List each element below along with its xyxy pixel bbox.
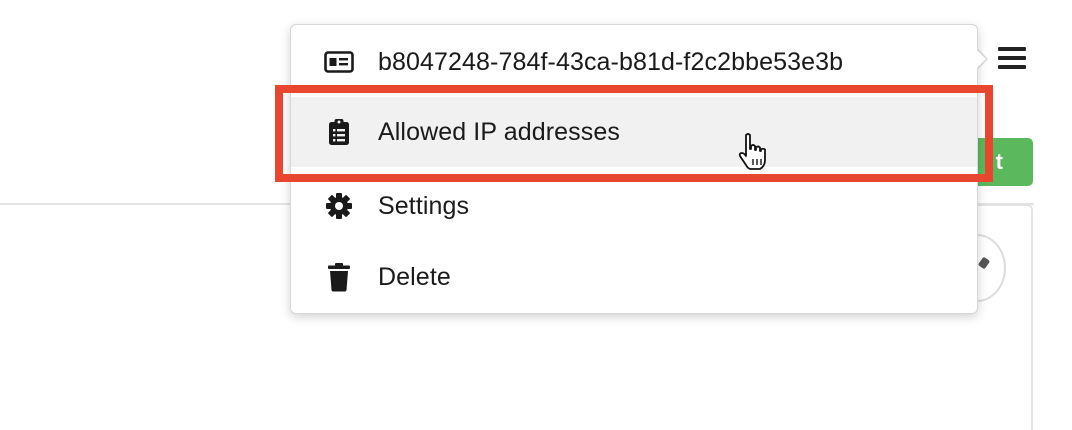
clipboard-list-icon — [324, 117, 354, 147]
menu-item-settings-label: Settings — [378, 191, 470, 220]
menu-item-id[interactable]: b8047248-784f-43ca-b81d-f2c2bbe53e3b — [291, 27, 977, 97]
id-card-icon — [324, 47, 354, 77]
menu-item-delete[interactable]: Delete — [291, 242, 977, 312]
menu-item-allowed-ip-addresses-label: Allowed IP addresses — [378, 117, 620, 146]
options-dropdown-menu: b8047248-784f-43ca-b81d-f2c2bbe53e3b All… — [290, 24, 978, 314]
menu-item-id-label: b8047248-784f-43ca-b81d-f2c2bbe53e3b — [378, 47, 844, 76]
primary-action-button-label: t — [995, 149, 1003, 174]
trash-icon — [324, 262, 354, 292]
menu-item-settings[interactable]: Settings — [291, 171, 977, 241]
menu-item-allowed-ip-addresses[interactable]: Allowed IP addresses — [291, 97, 977, 167]
dropdown-pointer-fill — [976, 49, 986, 69]
hamburger-menu-icon[interactable] — [998, 47, 1026, 69]
gear-icon — [324, 191, 354, 221]
pencil-icon — [977, 256, 991, 270]
menu-item-delete-label: Delete — [378, 262, 451, 291]
page: t b8047248-784f-43ca-b81d-f2c2bbe53e3b A… — [0, 0, 1072, 430]
